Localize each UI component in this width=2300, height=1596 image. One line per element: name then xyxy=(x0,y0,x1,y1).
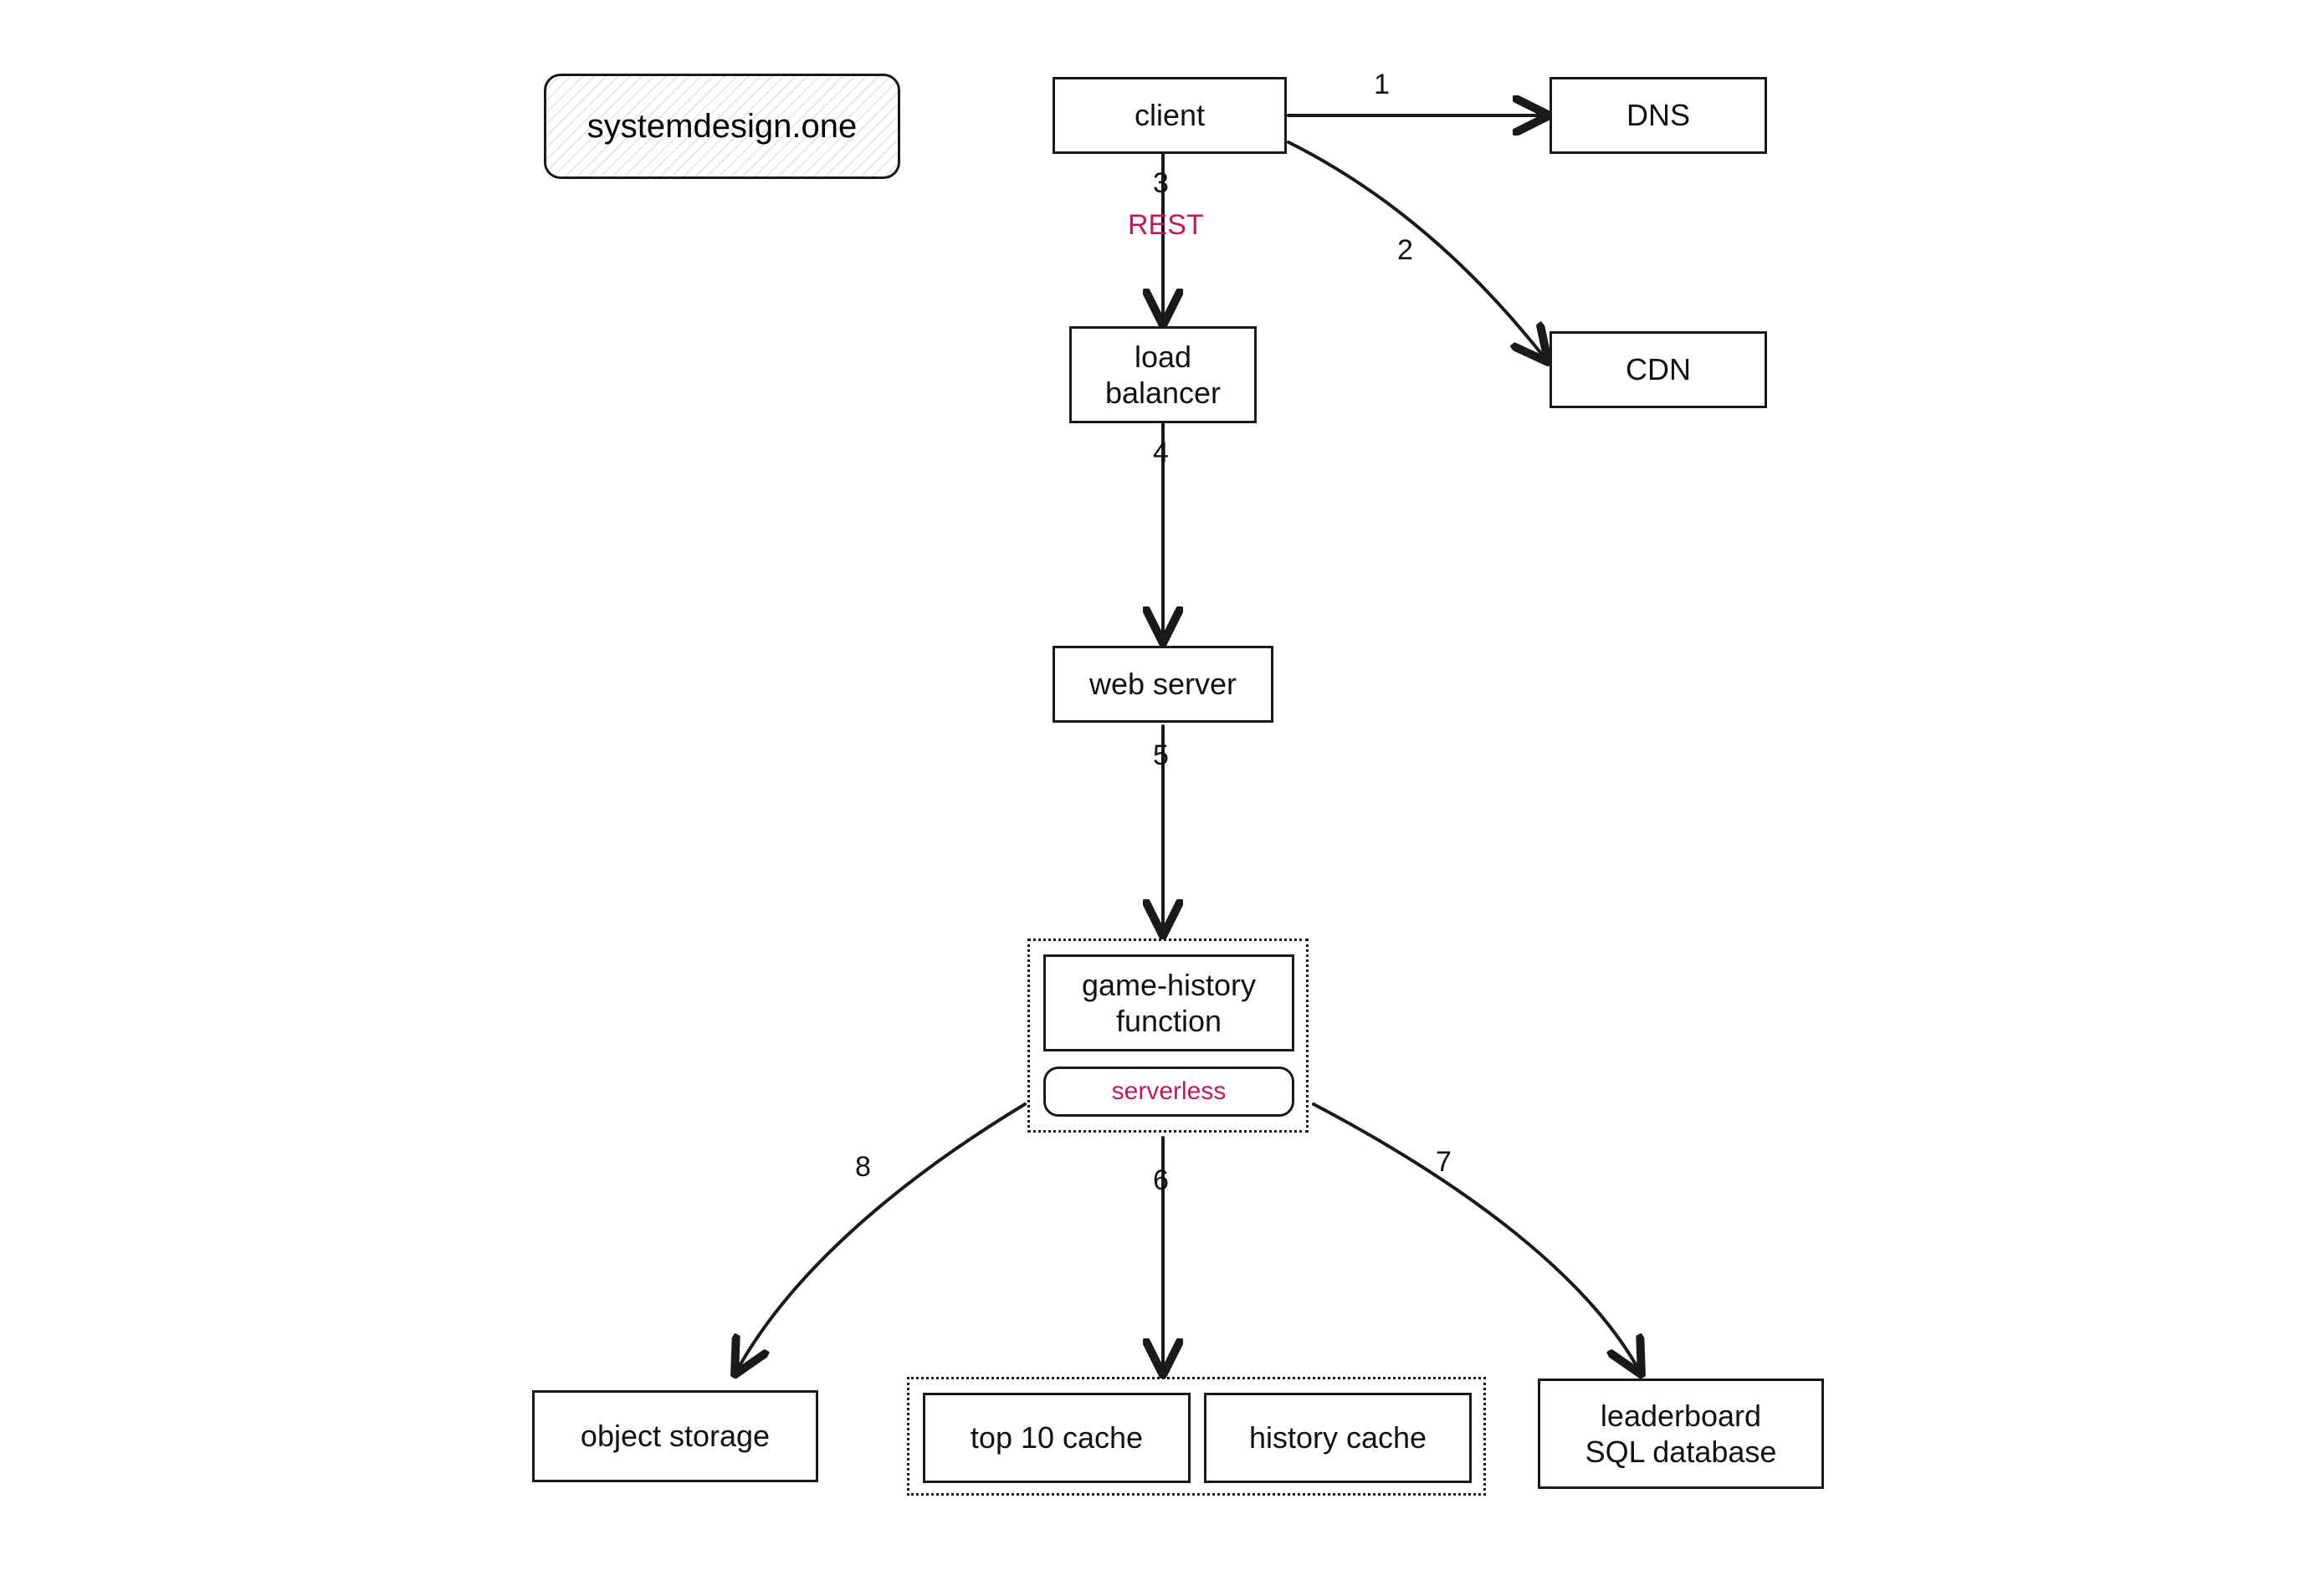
node-cdn-label: CDN xyxy=(1626,351,1691,387)
node-object-storage-label: object storage xyxy=(581,1418,770,1454)
node-leaderboard-db-label: leaderboard SQL database xyxy=(1585,1398,1777,1470)
node-cache-group: top 10 cache history cache xyxy=(907,1377,1486,1496)
node-history-cache: history cache xyxy=(1204,1393,1472,1483)
edge-3-tech-label: REST xyxy=(1128,209,1204,242)
node-top10-cache: top 10 cache xyxy=(923,1393,1191,1483)
node-load-balancer-label: load balancer xyxy=(1105,339,1221,411)
edge-6-label: 6 xyxy=(1153,1164,1169,1197)
edge-8 xyxy=(736,1104,1025,1372)
node-dns-label: DNS xyxy=(1626,97,1690,133)
node-game-history-label: game-history function xyxy=(1082,967,1256,1039)
edge-7 xyxy=(1314,1104,1640,1372)
node-object-storage: object storage xyxy=(532,1390,818,1482)
node-history-cache-label: history cache xyxy=(1249,1420,1427,1455)
node-top10-cache-label: top 10 cache xyxy=(971,1420,1143,1455)
edge-2-label: 2 xyxy=(1397,234,1413,267)
edge-8-label: 8 xyxy=(855,1151,871,1184)
node-client-label: client xyxy=(1135,97,1205,133)
node-client: client xyxy=(1053,77,1287,154)
node-web-server: web server xyxy=(1053,646,1273,723)
node-load-balancer: load balancer xyxy=(1069,326,1257,423)
edge-1-label: 1 xyxy=(1374,69,1390,101)
node-game-history-function: game-history function xyxy=(1043,954,1294,1051)
watermark-badge: systemdesign.one xyxy=(544,74,900,179)
edge-7-label: 7 xyxy=(1436,1146,1452,1179)
edge-4-label: 4 xyxy=(1153,437,1169,469)
diagram-canvas: systemdesign.one client DNS CDN load bal… xyxy=(0,0,2300,1596)
edge-2 xyxy=(1288,142,1546,360)
node-game-history-group: game-history function serverless xyxy=(1027,939,1309,1133)
node-leaderboard-db: leaderboard SQL database xyxy=(1538,1379,1824,1489)
node-game-history-serverless-label: serverless xyxy=(1112,1077,1227,1107)
node-game-history-serverless-chip: serverless xyxy=(1043,1067,1294,1117)
node-dns: DNS xyxy=(1550,77,1767,154)
node-web-server-label: web server xyxy=(1089,666,1237,702)
watermark-text: systemdesign.one xyxy=(587,108,857,146)
edge-3-label: 3 xyxy=(1153,167,1169,200)
edge-5-label: 5 xyxy=(1153,739,1169,772)
node-cdn: CDN xyxy=(1550,331,1767,408)
